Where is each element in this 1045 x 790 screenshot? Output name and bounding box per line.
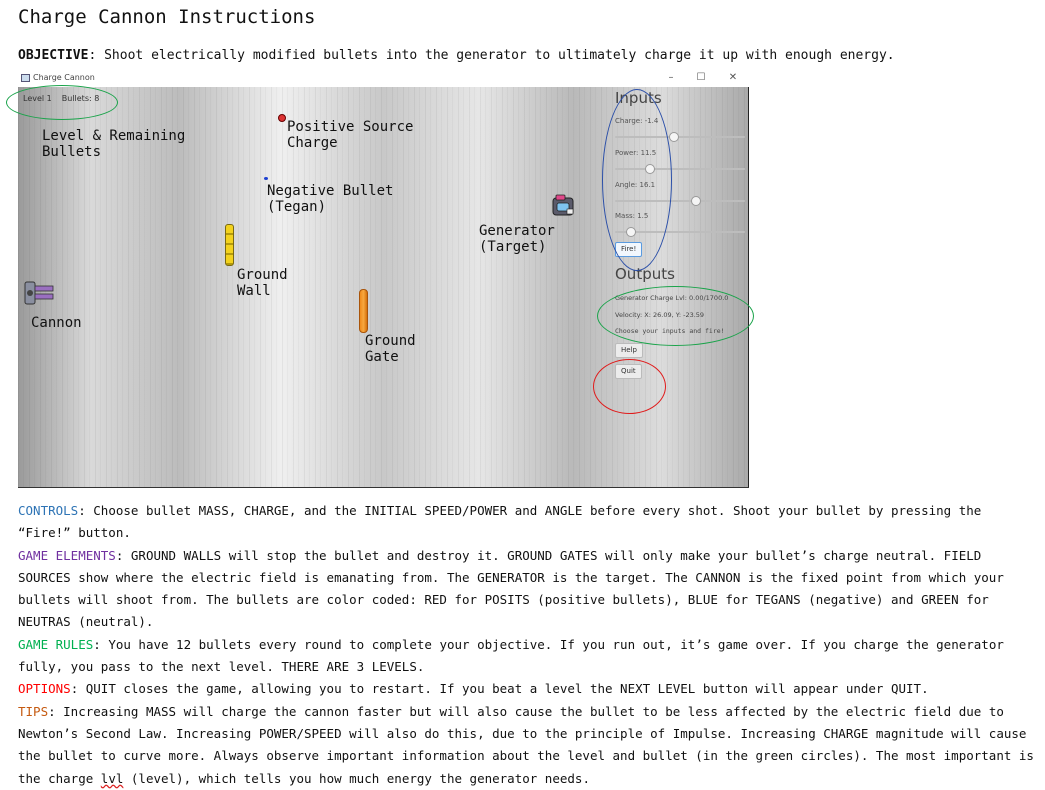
- game-rules-label: GAME RULES: [18, 636, 94, 652]
- annotation-line: Generator: [479, 223, 555, 239]
- inputs-highlight-ring: [602, 89, 672, 271]
- quit-highlight-ring: [593, 359, 666, 414]
- game-rules-text: : You have 12 bullets every round to com…: [18, 636, 1004, 675]
- help-button[interactable]: Help: [615, 343, 643, 358]
- annotation-line: Ground: [237, 267, 288, 283]
- annotation-line: Negative Bullet: [267, 183, 394, 199]
- ground-gate: [359, 289, 368, 333]
- options-label: OPTIONS: [18, 681, 71, 697]
- negative-bullet: [264, 177, 268, 180]
- positive-source-charge: [278, 114, 286, 122]
- annotation-line: (Target): [479, 239, 547, 255]
- annotation-line: Positive Source: [287, 119, 414, 135]
- charge-slider-thumb[interactable]: [668, 132, 679, 142]
- annotation-line: Ground: [365, 333, 416, 349]
- level-highlight-ring: [6, 85, 118, 120]
- game-rules-paragraph: GAME RULES: You have 12 bullets every ro…: [18, 634, 1038, 679]
- close-icon[interactable]: ✕: [721, 70, 745, 85]
- annotation-negative-bullet: Negative Bullet (Tegan): [267, 183, 393, 215]
- angle-slider-thumb[interactable]: [690, 196, 701, 206]
- controls-text: : Choose bullet MASS, CHARGE, and the IN…: [18, 503, 982, 541]
- generator-icon: [552, 194, 574, 216]
- annotation-generator: Generator (Target): [479, 223, 555, 255]
- annotation-ground-wall: Ground Wall: [237, 267, 288, 299]
- ground-wall: [225, 224, 234, 266]
- window-title: Charge Cannon: [33, 73, 95, 82]
- instructions-body: CONTROLS: Choose bullet MASS, CHARGE, an…: [18, 500, 1038, 790]
- annotation-line: Bullets: [42, 144, 102, 160]
- controls-label: CONTROLS: [18, 503, 79, 518]
- game-screenshot: Charge Cannon – ☐ ✕ Level 1 Bullets: 8 Le…: [6, 70, 754, 488]
- objective-text: : Shoot electrically modified bullets in…: [88, 48, 895, 63]
- tips-label: TIPS: [18, 703, 49, 719]
- cannon-icon: [24, 281, 54, 305]
- outputs-highlight-ring: [597, 286, 754, 346]
- maximize-icon[interactable]: ☐: [689, 70, 713, 85]
- document-title: Charge Cannon Instructions: [18, 6, 316, 28]
- annotation-cannon: Cannon: [31, 315, 82, 331]
- tips-paragraph: TIPS: Increasing MASS will charge the ca…: [18, 701, 1038, 790]
- annotation-level-bullets: Level & Remaining Bullets: [42, 128, 185, 160]
- objective-line: OBJECTIVE: Shoot electrically modified b…: [18, 48, 895, 63]
- annotation-line: Gate: [365, 349, 399, 365]
- app-icon: [21, 74, 30, 82]
- game-elements-paragraph: GAME ELEMENTS: GROUND WALLS will stop th…: [18, 545, 1038, 634]
- annotation-line: Charge: [287, 135, 338, 151]
- annotation-ground-gate: Ground Gate: [365, 333, 416, 365]
- objective-label: OBJECTIVE: [18, 48, 89, 63]
- annotation-positive-source: Positive Source Charge: [287, 119, 413, 151]
- game-canvas: Level 1 Bullets: 8 Level & Remaining Bulle…: [6, 85, 754, 488]
- annotation-line: Level & Remaining: [42, 128, 186, 144]
- game-elements-label: GAME ELEMENTS: [18, 547, 116, 563]
- options-text: : QUIT closes the game, allowing you to …: [70, 681, 929, 697]
- window-titlebar: Charge Cannon – ☐ ✕: [18, 70, 749, 87]
- annotation-line: Wall: [237, 283, 271, 299]
- game-elements-text: : GROUND WALLS will stop the bullet and …: [18, 547, 1004, 630]
- options-paragraph: OPTIONS: QUIT closes the game, allowing …: [18, 678, 1038, 700]
- minimize-icon[interactable]: –: [659, 70, 683, 85]
- controls-paragraph: CONTROLS: Choose bullet MASS, CHARGE, an…: [18, 500, 1038, 545]
- annotation-line: (Tegan): [267, 199, 327, 215]
